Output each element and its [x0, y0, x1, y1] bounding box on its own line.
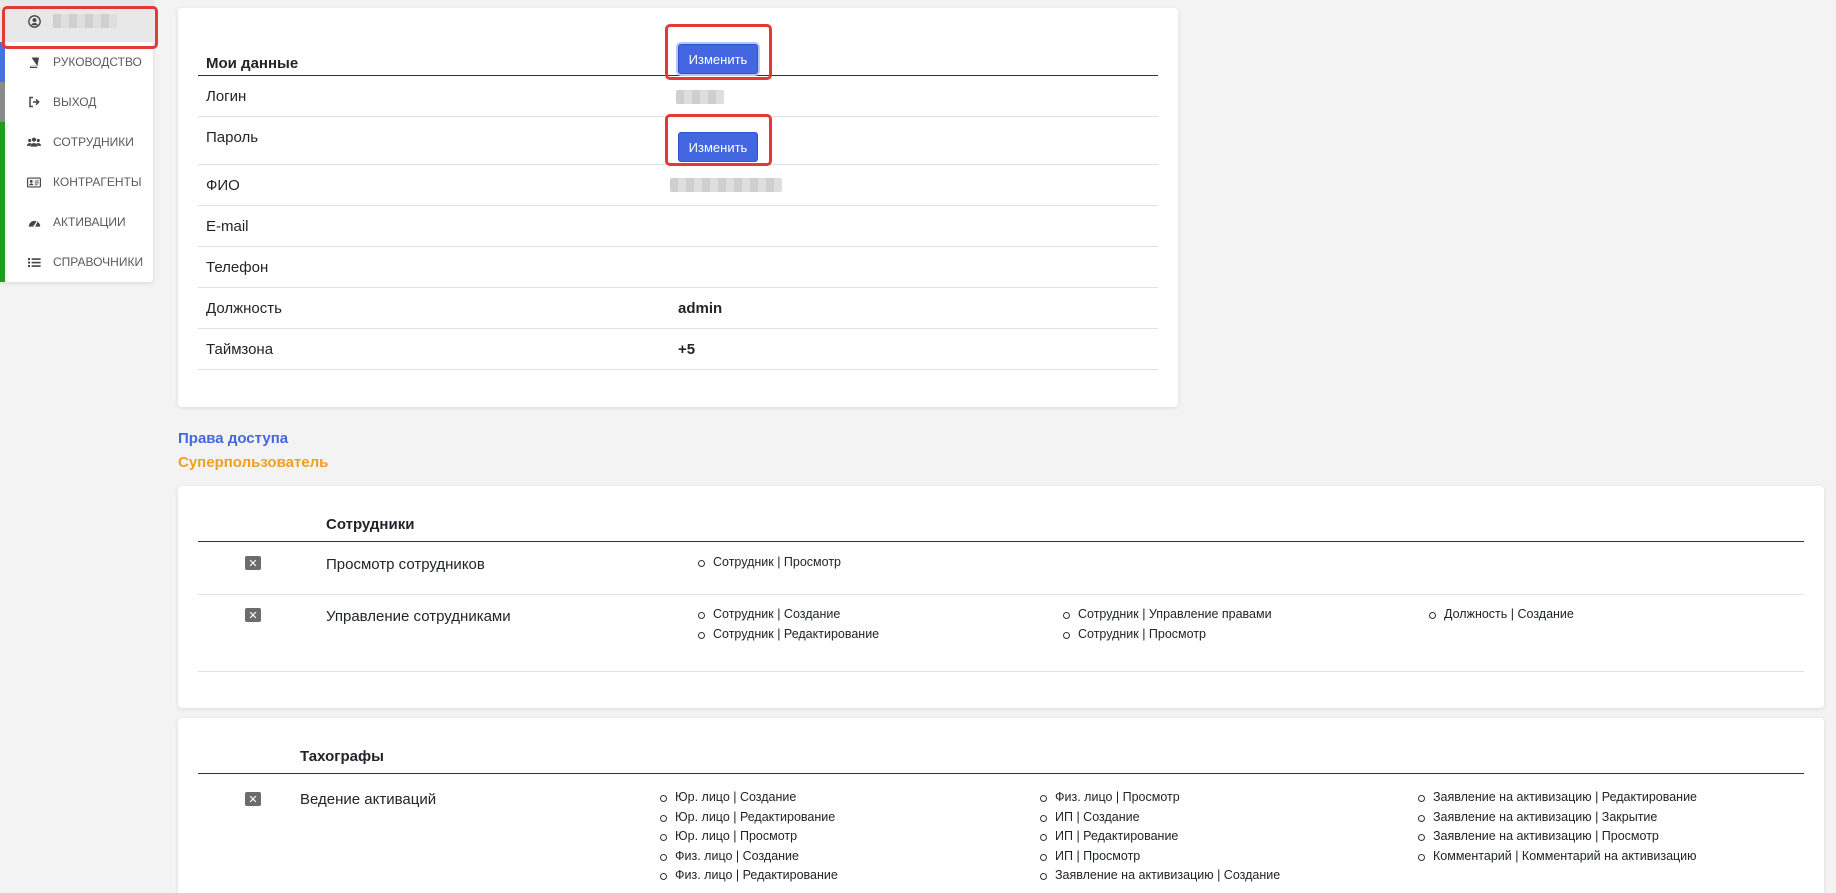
- profile-header-row: Мои данные Изменить: [198, 28, 1158, 76]
- permission-list: Юр. лицо | Создание Юр. лицо | Редактиро…: [658, 788, 838, 886]
- sidebar-item-label: РУКОВОДСТВО: [53, 55, 142, 69]
- profile-title: Мои данные: [206, 55, 299, 72]
- sidebar-item-user[interactable]: [0, 0, 153, 42]
- users-icon: [27, 135, 41, 149]
- section-title: Тахографы: [300, 748, 384, 765]
- permission-item: Комментарий | Комментарий на активизацию: [1416, 847, 1697, 867]
- permission-item: Сотрудник | Просмотр: [1061, 625, 1272, 645]
- permission-list: Должность | Создание: [1427, 605, 1574, 625]
- phone-label: Телефон: [206, 259, 269, 276]
- permission-item: ИП | Редактирование: [1038, 827, 1280, 847]
- permission-item: Должность | Создание: [1427, 605, 1574, 625]
- permission-item: Юр. лицо | Редактирование: [658, 808, 838, 828]
- position-row: Должность admin: [198, 288, 1158, 329]
- sign-out-icon: [27, 95, 41, 109]
- change-password-button[interactable]: Изменить: [678, 132, 758, 162]
- email-row: E-mail: [198, 206, 1158, 247]
- section-title: Сотрудники: [326, 516, 415, 533]
- permission-item: Заявление на активизацию | Просмотр: [1416, 827, 1697, 847]
- login-label: Логин: [206, 88, 247, 105]
- sidebar-item-exit[interactable]: ВЫХОД: [0, 82, 153, 122]
- sidebar-item-activations[interactable]: АКТИВАЦИИ: [0, 202, 153, 242]
- fio-row: ФИО: [198, 165, 1158, 206]
- login-value-redacted: [676, 90, 724, 104]
- row-divider: [198, 671, 1804, 672]
- timezone-value: +5: [678, 341, 696, 358]
- dashboard-icon: [27, 215, 41, 229]
- sidebar-item-references[interactable]: СПРАВОЧНИКИ: [0, 242, 153, 282]
- permission-list: Физ. лицо | Просмотр ИП | Создание ИП | …: [1038, 788, 1280, 886]
- sidebar-item-label: АКТИВАЦИИ: [53, 215, 126, 229]
- fio-value-redacted: [670, 178, 782, 192]
- timezone-label: Таймзона: [206, 341, 274, 358]
- sidebar-item-guide[interactable]: РУКОВОДСТВО: [0, 42, 153, 82]
- row-divider: [198, 594, 1804, 595]
- permission-name: Просмотр сотрудников: [326, 556, 485, 573]
- permission-item: Сотрудник | Редактирование: [696, 625, 879, 645]
- permission-item: Физ. лицо | Создание: [658, 847, 838, 867]
- sidebar-item-employees[interactable]: СОТРУДНИКИ: [0, 122, 153, 162]
- edit-profile-button[interactable]: Изменить: [678, 44, 758, 74]
- phone-row: Телефон: [198, 247, 1158, 288]
- password-row: Пароль Изменить: [198, 117, 1158, 165]
- section-divider: [198, 541, 1804, 542]
- position-value: admin: [678, 300, 723, 317]
- sidebar-item-label: ВЫХОД: [53, 95, 97, 109]
- login-row: Логин: [198, 76, 1158, 117]
- user-icon: [27, 14, 41, 28]
- permission-name: Ведение активаций: [300, 791, 437, 808]
- id-card-icon: [27, 175, 41, 189]
- email-label: E-mail: [206, 218, 249, 235]
- permission-item: Юр. лицо | Создание: [658, 788, 838, 808]
- permission-item: Физ. лицо | Редактирование: [658, 866, 838, 886]
- permission-item: Юр. лицо | Просмотр: [658, 827, 838, 847]
- permission-item: ИП | Просмотр: [1038, 847, 1280, 867]
- remove-permission-icon[interactable]: ✕: [245, 608, 261, 622]
- permission-item: Сотрудник | Управление правами: [1061, 605, 1272, 625]
- password-label: Пароль: [206, 129, 259, 146]
- permission-list: Сотрудник | Управление правами Сотрудник…: [1061, 605, 1272, 644]
- username-redacted: [53, 14, 117, 28]
- list-icon: [27, 255, 41, 269]
- permission-item: Сотрудник | Просмотр: [696, 553, 841, 573]
- access-role: Суперпользователь: [178, 454, 329, 471]
- access-rights-link[interactable]: Права доступа: [178, 430, 288, 447]
- profile-card: Мои данные Изменить Логин Пароль Изменит…: [178, 8, 1178, 407]
- permission-item: Заявление на активизацию | Редактировани…: [1416, 788, 1697, 808]
- book-icon: [27, 55, 41, 69]
- timezone-row: Таймзона +5: [198, 329, 1158, 370]
- remove-permission-icon[interactable]: ✕: [245, 556, 261, 570]
- permission-list: Заявление на активизацию | Редактировани…: [1416, 788, 1697, 866]
- permissions-section-employees: Сотрудники ✕ Просмотр сотрудников Сотруд…: [178, 486, 1824, 708]
- permission-list: Сотрудник | Создание Сотрудник | Редакти…: [696, 605, 879, 644]
- permission-name: Управление сотрудниками: [326, 608, 511, 625]
- permissions-section-tachographs: Тахографы ✕ Ведение активаций Юр. лицо |…: [178, 718, 1824, 893]
- permission-item: ИП | Создание: [1038, 808, 1280, 828]
- remove-permission-icon[interactable]: ✕: [245, 792, 261, 806]
- fio-label: ФИО: [206, 177, 240, 194]
- position-label: Должность: [206, 300, 282, 317]
- permission-item: Физ. лицо | Просмотр: [1038, 788, 1280, 808]
- sidebar: РУКОВОДСТВО ВЫХОД СОТРУДНИКИ КОНТРАГЕНТЫ…: [0, 0, 153, 282]
- sidebar-item-label: СПРАВОЧНИКИ: [53, 255, 144, 269]
- permission-item: Заявление на активизацию | Создание: [1038, 866, 1280, 886]
- permission-list: Сотрудник | Просмотр: [696, 553, 841, 573]
- section-divider: [198, 773, 1804, 774]
- sidebar-item-contractors[interactable]: КОНТРАГЕНТЫ: [0, 162, 153, 202]
- sidebar-item-label: СОТРУДНИКИ: [53, 135, 134, 149]
- sidebar-item-label: КОНТРАГЕНТЫ: [53, 175, 142, 189]
- permission-item: Заявление на активизацию | Закрытие: [1416, 808, 1697, 828]
- permission-item: Сотрудник | Создание: [696, 605, 879, 625]
